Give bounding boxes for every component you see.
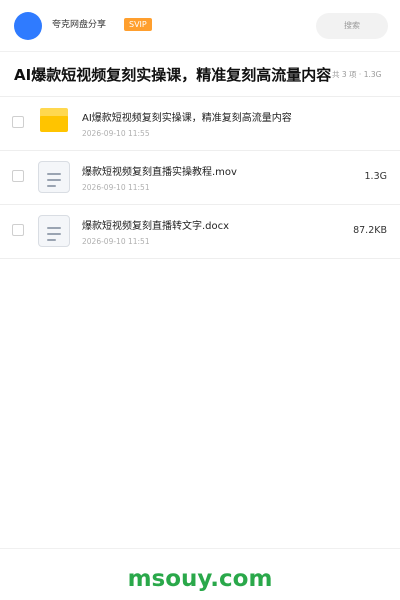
sharer-name: 夸克网盘分享 bbox=[52, 20, 107, 30]
list-item[interactable]: 爆款短视频复刻直播转文字.docx 2026-09-10 11:51 87.2K… bbox=[0, 205, 400, 259]
folder-icon bbox=[40, 108, 68, 132]
page-title: AI爆款短视频复刻实操课，精准复刻高流量内容 bbox=[14, 66, 332, 84]
search-placeholder: 搜索 bbox=[344, 21, 360, 30]
footer-divider bbox=[0, 548, 400, 549]
avatar[interactable] bbox=[14, 12, 42, 40]
file-size: 1.3G bbox=[364, 171, 387, 182]
file-date: 2026-09-10 11:51 bbox=[82, 237, 150, 246]
search-input[interactable]: 搜索 bbox=[316, 13, 388, 39]
select-checkbox[interactable] bbox=[12, 170, 24, 182]
list-item[interactable]: AI爆款短视频复刻实操课，精准复刻高流量内容 2026-09-10 11:55 bbox=[0, 97, 400, 151]
select-checkbox[interactable] bbox=[12, 224, 24, 236]
share-title-row: AI爆款短视频复刻实操课，精准复刻高流量内容 共 3 项 · 1.3G bbox=[0, 53, 400, 97]
file-name: 爆款短视频复刻直播转文字.docx bbox=[82, 221, 230, 232]
select-checkbox[interactable] bbox=[12, 116, 24, 128]
site-watermark: msouy.com bbox=[127, 566, 273, 592]
document-icon bbox=[38, 161, 70, 193]
file-name: AI爆款短视频复刻实操课，精准复刻高流量内容 bbox=[82, 113, 292, 124]
item-count-size: 共 3 项 · 1.3G bbox=[332, 70, 382, 79]
svip-badge: SVIP bbox=[124, 18, 152, 31]
file-name: 爆款短视频复刻直播实操教程.mov bbox=[82, 167, 237, 178]
file-date: 2026-09-10 11:51 bbox=[82, 183, 150, 192]
file-size: 87.2KB bbox=[353, 225, 387, 236]
file-date: 2026-09-10 11:55 bbox=[82, 129, 150, 138]
list-item[interactable]: 爆款短视频复刻直播实操教程.mov 2026-09-10 11:51 1.3G bbox=[0, 151, 400, 205]
header-bar: 夸克网盘分享 SVIP 搜索 bbox=[0, 0, 400, 52]
share-page: 夸克网盘分享 SVIP 搜索 AI爆款短视频复刻实操课，精准复刻高流量内容 共 … bbox=[0, 0, 400, 600]
document-icon bbox=[38, 215, 70, 247]
file-list: AI爆款短视频复刻实操课，精准复刻高流量内容 2026-09-10 11:55 … bbox=[0, 97, 400, 259]
